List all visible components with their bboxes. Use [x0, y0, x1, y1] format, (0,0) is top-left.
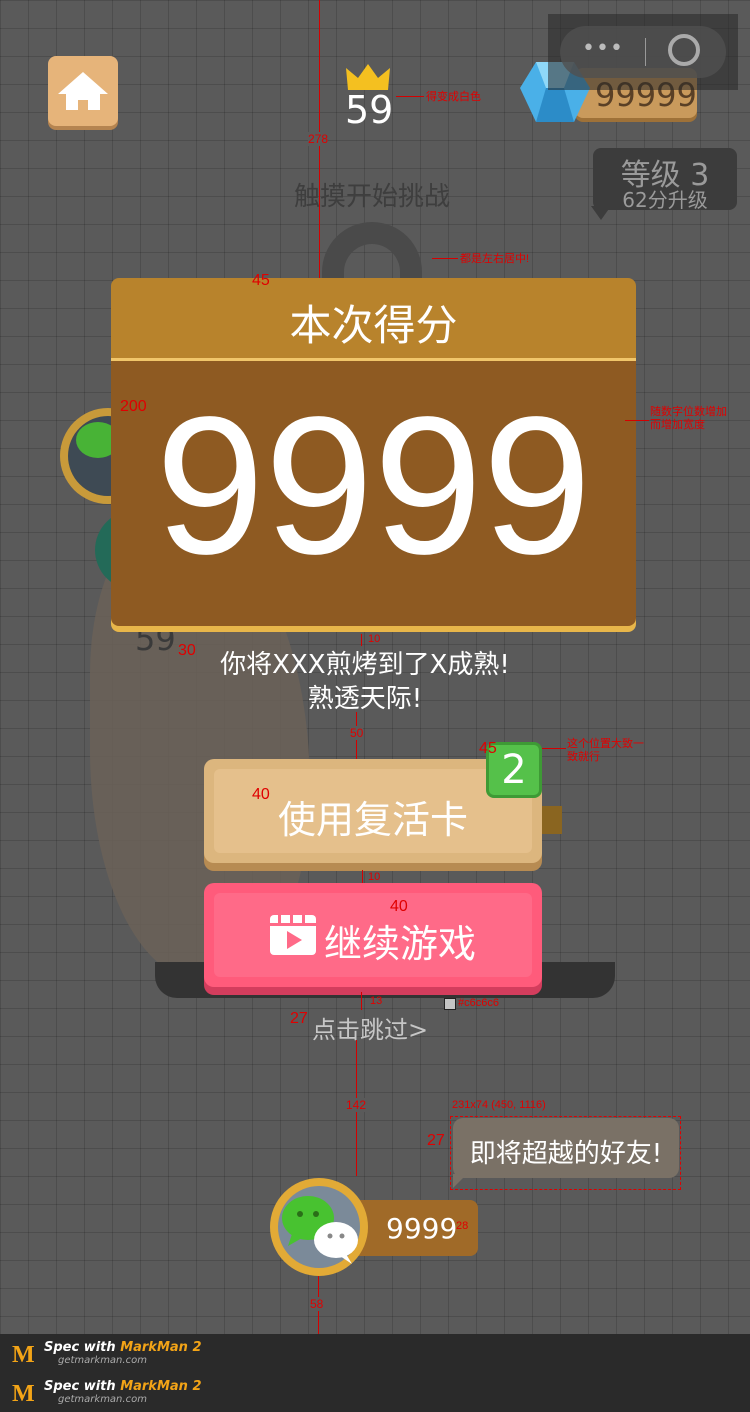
continue-button[interactable]: 继续游戏	[204, 883, 542, 987]
spec-dim: 45	[479, 740, 497, 757]
spec-dim: 40	[252, 786, 270, 803]
spec-note-white: 得变成白色	[426, 91, 481, 103]
friend-score: 9999	[386, 1212, 458, 1245]
spec-note-width: 随数字位数增加 而增加宽度	[650, 406, 727, 431]
spec-dim: 200	[120, 398, 147, 415]
touch-hint: 触摸开始挑战	[294, 182, 451, 212]
friend-avatar	[270, 1178, 368, 1276]
spec-dim: 10	[368, 871, 381, 883]
spec-color-code: #c6c6c6	[458, 997, 499, 1009]
spec-dim: 27	[427, 1132, 445, 1149]
spec-arrow	[625, 420, 649, 421]
spec-dim: 45	[252, 272, 270, 289]
panel-header: 本次得分	[111, 278, 636, 361]
final-score: 9999	[155, 376, 592, 595]
home-icon	[58, 72, 108, 110]
spec-note-badge: 这个位置大致一 致就行	[567, 738, 644, 763]
best-score: 59	[345, 88, 394, 132]
spec-arrow	[432, 258, 458, 259]
color-swatch-icon	[444, 998, 456, 1010]
panel-title: 本次得分	[289, 301, 458, 350]
friend-tooltip: 即将超越的好友!	[453, 1118, 679, 1188]
spec-note-center: 都是左右居中!	[460, 253, 530, 265]
score-panel: 本次得分 9999	[111, 278, 636, 634]
spec-dim: 13	[370, 995, 383, 1007]
level-up-text: 62分升级	[622, 188, 708, 212]
result-message-line2: 熟透天际!	[307, 684, 423, 714]
skip-link[interactable]: 点击跳过>	[312, 1010, 428, 1045]
background-pan-handle	[540, 806, 562, 834]
spec-arrow	[396, 96, 424, 97]
spec-dim: 27	[290, 1010, 308, 1027]
spec-tooltip-size: 231x74 (450, 1116)	[452, 1099, 546, 1111]
friend-tooltip-text: 即将超越的好友!	[469, 1139, 663, 1169]
markman-footer: M Spec with MarkMan 2 getmarkman.com M S…	[0, 1334, 750, 1412]
video-icon	[268, 913, 318, 961]
spec-dim: 278	[308, 132, 329, 146]
spec-dim: 40	[390, 898, 408, 915]
panel-body: 9999	[111, 361, 636, 626]
spec-dim: 58	[310, 1297, 324, 1311]
spec-line	[362, 870, 363, 884]
close-target-icon[interactable]	[668, 34, 700, 66]
spec-dim: 142	[346, 1098, 367, 1112]
markman-logo-icon: M	[12, 1381, 35, 1407]
spec-line	[361, 992, 362, 1010]
level-bubble: 等级 3 62分升级	[591, 148, 737, 220]
spec-dim: 50	[350, 726, 364, 740]
spec-dim: 28	[456, 1220, 469, 1232]
result-message-line1: 你将XXX煎烤到了X成熟!	[220, 650, 510, 680]
home-button[interactable]	[48, 56, 118, 126]
more-icon[interactable]: •••	[582, 36, 624, 61]
wechat-icon	[282, 1196, 358, 1264]
menu-capsule[interactable]: •••	[548, 14, 738, 90]
continue-label: 继续游戏	[324, 922, 477, 966]
markman-logo-icon: M	[12, 1342, 35, 1368]
spec-arrow	[542, 748, 566, 749]
